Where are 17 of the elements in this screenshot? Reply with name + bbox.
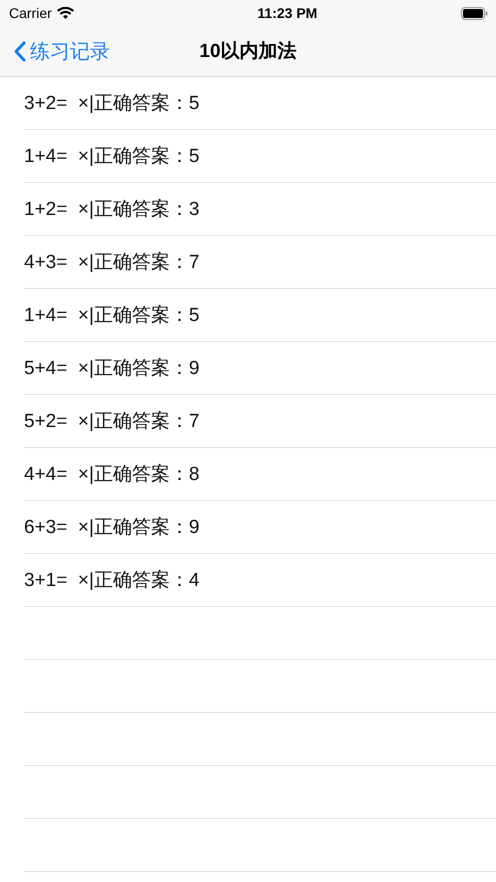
record-text: 4+4= ×|正确答案：8 [24, 462, 200, 487]
wifi-icon [56, 7, 74, 19]
record-text: 4+3= ×|正确答案：7 [24, 250, 200, 275]
status-time: 11:23 PM [257, 5, 318, 21]
record-text: 1+4= ×|正确答案：5 [24, 304, 200, 328]
battery-icon [461, 6, 488, 20]
record-text: 5+4= ×|正确答案：9 [24, 356, 200, 381]
page-title: 10以内加法 [199, 40, 297, 64]
record-text: 6+3= ×|正确答案：9 [24, 516, 200, 540]
record-text: 1+2= ×|正确答案：3 [24, 198, 200, 222]
record-text: 1+4= ×|正确答案：5 [24, 144, 200, 169]
record-text: 3+2= ×|正确答案：5 [24, 92, 200, 116]
record-text: 3+1= ×|正确答案：4 [24, 568, 200, 593]
back-chevron-icon [14, 40, 26, 62]
record-text: 5+2= ×|正确答案：7 [24, 410, 200, 434]
carrier-label: Carrier [9, 5, 52, 21]
back-button[interactable]: 练习记录 [14, 38, 110, 64]
